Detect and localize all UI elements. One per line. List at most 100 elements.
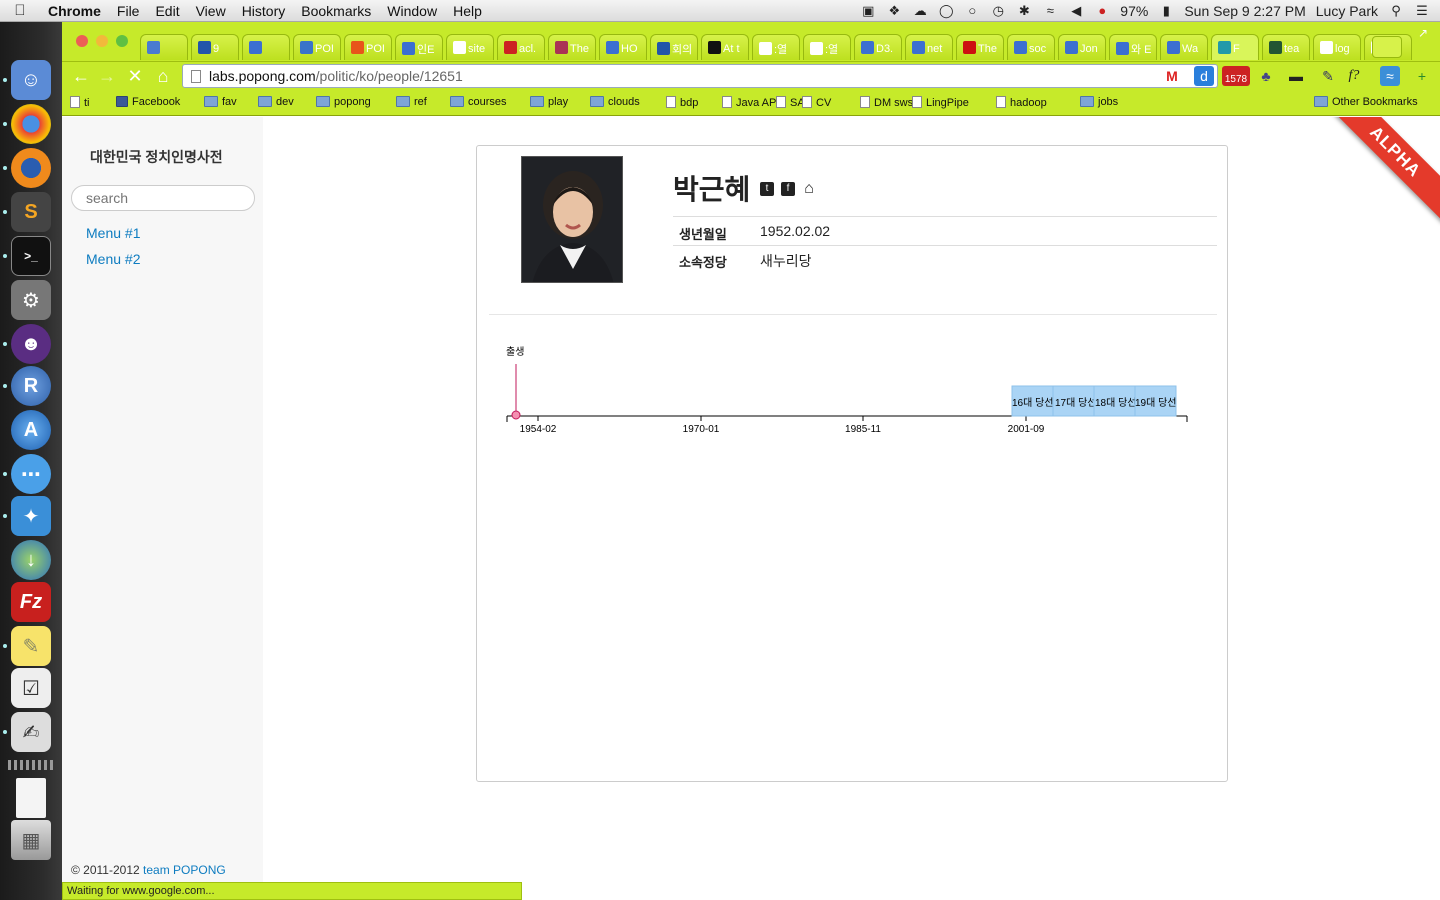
browser-tab[interactable]: Jon <box>1058 34 1106 60</box>
footer-link[interactable]: team POPONG <box>143 863 226 877</box>
eyedropper-icon[interactable]: ✎ <box>1318 66 1338 86</box>
battery-percent[interactable]: 97% <box>1120 3 1148 19</box>
browser-tab[interactable]: POI <box>344 34 392 60</box>
browser-tab[interactable]: log <box>1313 34 1361 60</box>
system-preferences-icon[interactable]: ⚙ <box>11 280 51 320</box>
bookmark-cv[interactable]: CV <box>802 96 831 109</box>
reminders-icon[interactable]: ☑ <box>11 668 51 708</box>
browser-tab[interactable] <box>242 34 290 60</box>
browser-tab[interactable]: 회의 <box>650 34 698 60</box>
browser-tab[interactable]: At t <box>701 34 749 60</box>
bookmark-popong[interactable]: popong <box>316 96 371 108</box>
minimize-window-button[interactable] <box>96 35 108 47</box>
chat-icon[interactable]: ○ <box>964 3 980 18</box>
bookmark-ref[interactable]: ref <box>396 96 427 108</box>
home-icon[interactable]: ⌂ <box>802 181 816 197</box>
download-app-icon[interactable]: ↓ <box>11 540 51 580</box>
apple-menu-icon[interactable]:  <box>0 2 40 19</box>
bookmark-other-bookmarks[interactable]: Other Bookmarks <box>1314 96 1418 108</box>
input-source-icon[interactable]: ● <box>1094 3 1110 18</box>
browser-tab[interactable]: Wa <box>1160 34 1208 60</box>
terminal-icon[interactable]: >_ <box>11 236 51 276</box>
browser-tab[interactable] <box>140 34 188 60</box>
search-input[interactable] <box>71 185 255 211</box>
notification-list-icon[interactable]: ☰ <box>1414 3 1430 18</box>
bookmark-clouds[interactable]: clouds <box>590 96 640 108</box>
browser-tab[interactable]: The <box>548 34 596 60</box>
menu-history[interactable]: History <box>234 3 294 19</box>
menubar-extra-icon[interactable]: ▣ <box>860 3 876 18</box>
menu-app[interactable]: Chrome <box>40 3 109 19</box>
bookmark-courses[interactable]: courses <box>450 96 507 108</box>
browser-tab[interactable]: D3. <box>854 34 902 60</box>
messages-icon[interactable]: ⋯ <box>11 454 51 494</box>
browser-tab[interactable]: 와 E <box>1109 34 1157 60</box>
address-bar[interactable]: labs.popong.com/politic/ko/people/12651 … <box>182 64 1218 88</box>
clock[interactable]: Sun Sep 9 2:27 PM <box>1184 3 1305 19</box>
cloud-icon[interactable]: ☁ <box>912 3 928 18</box>
time-machine-icon[interactable]: ◷ <box>990 3 1006 18</box>
browser-tab[interactable]: HO <box>599 34 647 60</box>
menu-window[interactable]: Window <box>379 3 445 19</box>
browser-tab[interactable]: F <box>1211 34 1259 60</box>
sidebar-item-menu-1[interactable]: Menu #1 <box>86 225 140 241</box>
bookmark-hadoop[interactable]: hadoop <box>996 96 1047 109</box>
bookmark-ti[interactable]: ti <box>70 96 90 109</box>
home-button[interactable]: ⌂ <box>152 66 174 86</box>
bookmark-fav[interactable]: fav <box>204 96 237 108</box>
trash-icon[interactable]: ▦ <box>11 820 51 860</box>
user-name[interactable]: Lucy Park <box>1316 3 1378 19</box>
extension-badge[interactable]: 1578 <box>1222 66 1250 86</box>
browser-tab[interactable]: 9 <box>191 34 239 60</box>
browser-tab[interactable]: The <box>956 34 1004 60</box>
delicious-icon[interactable]: d <box>1194 66 1214 86</box>
stop-button[interactable]: ✕ <box>124 66 146 86</box>
menu-edit[interactable]: Edit <box>147 3 187 19</box>
fullscreen-icon[interactable]: ↗ <box>1418 26 1428 40</box>
bookmark-lingpipe[interactable]: LingPipe <box>912 96 969 109</box>
add-extension-icon[interactable]: + <box>1412 66 1432 86</box>
browser-tab[interactable]: acl. <box>497 34 545 60</box>
forward-button[interactable]: → <box>96 66 118 86</box>
birth-event-marker[interactable] <box>511 410 521 420</box>
sidebar-item-menu-2[interactable]: Menu #2 <box>86 251 140 267</box>
browser-tab[interactable]: net <box>905 34 953 60</box>
reader-icon[interactable]: ▬ <box>1286 66 1306 86</box>
back-button[interactable]: ← <box>70 66 92 86</box>
r-icon[interactable]: R <box>11 366 51 406</box>
facebook-icon[interactable]: f <box>781 182 795 196</box>
twitter-icon[interactable]: t <box>760 182 774 196</box>
browser-tab[interactable]: 인E <box>395 34 443 60</box>
hat-icon[interactable]: ◯ <box>938 3 954 18</box>
gmail-icon[interactable]: M <box>1162 66 1182 86</box>
textedit-icon[interactable]: ✍ <box>11 712 51 752</box>
bookmark-jobs[interactable]: jobs <box>1080 96 1118 108</box>
app-store-icon[interactable]: A <box>11 410 51 450</box>
bookmark-dev[interactable]: dev <box>258 96 294 108</box>
finder-icon[interactable]: ☺ <box>11 60 51 100</box>
bookmark-facebook[interactable]: Facebook <box>116 96 180 108</box>
spotlight-search-icon[interactable]: ⚲ <box>1388 3 1404 18</box>
stickies-icon[interactable]: ✎ <box>11 626 51 666</box>
menu-help[interactable]: Help <box>445 3 490 19</box>
browser-tab[interactable]: :열 <box>803 34 851 60</box>
bookmark-bdp[interactable]: bdp <box>666 96 698 109</box>
chart-extension-icon[interactable]: ≈ <box>1380 66 1400 86</box>
menu-bookmarks[interactable]: Bookmarks <box>293 3 379 19</box>
close-window-button[interactable] <box>76 35 88 47</box>
document-icon[interactable] <box>16 778 46 818</box>
bookmark-play[interactable]: play <box>530 96 568 108</box>
browser-tab[interactable]: soc <box>1007 34 1055 60</box>
sublime-text-icon[interactable]: S <box>11 192 51 232</box>
zoom-window-button[interactable] <box>116 35 128 47</box>
dropbox-icon[interactable]: ❖ <box>886 3 902 18</box>
adium-icon[interactable]: ☻ <box>11 324 51 364</box>
chrome-icon[interactable] <box>11 104 51 144</box>
browser-tab[interactable]: POI <box>293 34 341 60</box>
site-title[interactable]: 대한민국 정치인명사전 <box>90 147 223 167</box>
new-tab-button[interactable] <box>1372 36 1402 58</box>
wifi-icon[interactable]: ≈ <box>1042 3 1058 18</box>
browser-tab[interactable]: site <box>446 34 494 60</box>
bookmark-dm-sws[interactable]: DM sws <box>860 96 913 109</box>
volume-icon[interactable]: ◀ <box>1068 3 1084 18</box>
